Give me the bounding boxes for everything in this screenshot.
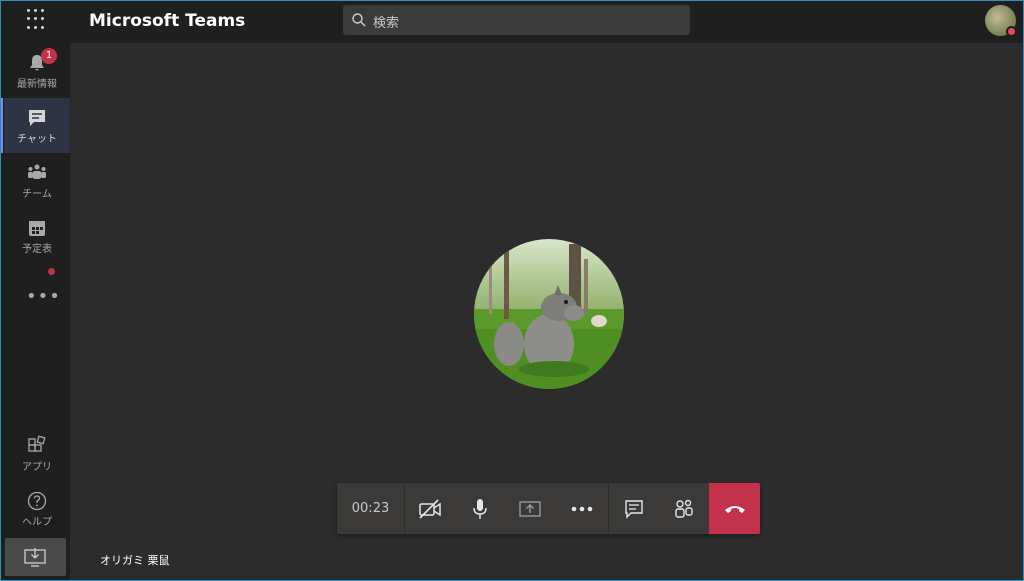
rail-item-activity[interactable]: 1 最新情報 (4, 43, 70, 98)
rail-item-teams[interactable]: チーム (4, 153, 70, 208)
apps-icon (28, 435, 46, 452)
rail-item-label: 予定表 (22, 244, 52, 255)
rail-item-label: ヘルプ (22, 517, 52, 528)
chat-icon (29, 110, 45, 126)
search-input[interactable]: 検索 (343, 5, 690, 35)
presence-status-icon (1006, 26, 1017, 37)
secondary-controls (608, 483, 710, 534)
share-screen-button[interactable] (505, 483, 555, 534)
participants-icon (675, 499, 693, 518)
camera-toggle-button[interactable] (405, 483, 455, 534)
microphone-toggle-button[interactable] (455, 483, 505, 534)
activity-badge: 1 (41, 48, 57, 64)
rail-item-chat[interactable]: チャット (0, 98, 70, 153)
show-participants-button[interactable] (659, 483, 709, 534)
participant-name: オリガミ 栗鼠 (100, 554, 170, 567)
app-title: Microsoft Teams (89, 11, 246, 31)
share-screen-icon (519, 500, 541, 517)
chat-icon (625, 499, 643, 519)
rail-item-apps[interactable]: アプリ (4, 426, 70, 481)
rail-item-label: アプリ (22, 462, 52, 473)
hang-up-icon (724, 505, 745, 513)
rail-item-label: 最新情報 (17, 79, 57, 90)
more-apps-button[interactable]: ••• (26, 286, 61, 307)
more-apps-badge (48, 268, 55, 275)
search-icon (352, 13, 366, 27)
rail-item-label: チーム (22, 189, 52, 200)
help-icon (27, 491, 47, 511)
show-conversation-button[interactable] (609, 483, 659, 534)
calendar-icon (29, 221, 45, 236)
camera-off-icon (419, 498, 441, 519)
title-bar: Microsoft Teams 検索 (0, 0, 1024, 43)
call-timer: 00:23 (337, 483, 405, 534)
rail-item-calendar[interactable]: 予定表 (4, 208, 70, 263)
teams-icon (28, 164, 46, 179)
participant-avatar (474, 239, 624, 389)
hang-up-button[interactable] (709, 483, 760, 534)
download-icon (24, 548, 46, 567)
app-launcher-icon[interactable] (27, 9, 49, 31)
microphone-icon (473, 498, 487, 519)
more-icon (571, 506, 593, 511)
more-actions-button[interactable] (557, 483, 607, 534)
search-placeholder: 検索 (373, 16, 400, 31)
call-controls: 00:23 (337, 483, 760, 534)
app-rail: 1 最新情報 チャット チーム 予定表 ••• アプリ ヘルプ (0, 43, 70, 581)
download-app-button[interactable] (5, 538, 66, 576)
rail-item-label: チャット (17, 134, 57, 145)
rail-item-help[interactable]: ヘルプ (4, 481, 70, 536)
